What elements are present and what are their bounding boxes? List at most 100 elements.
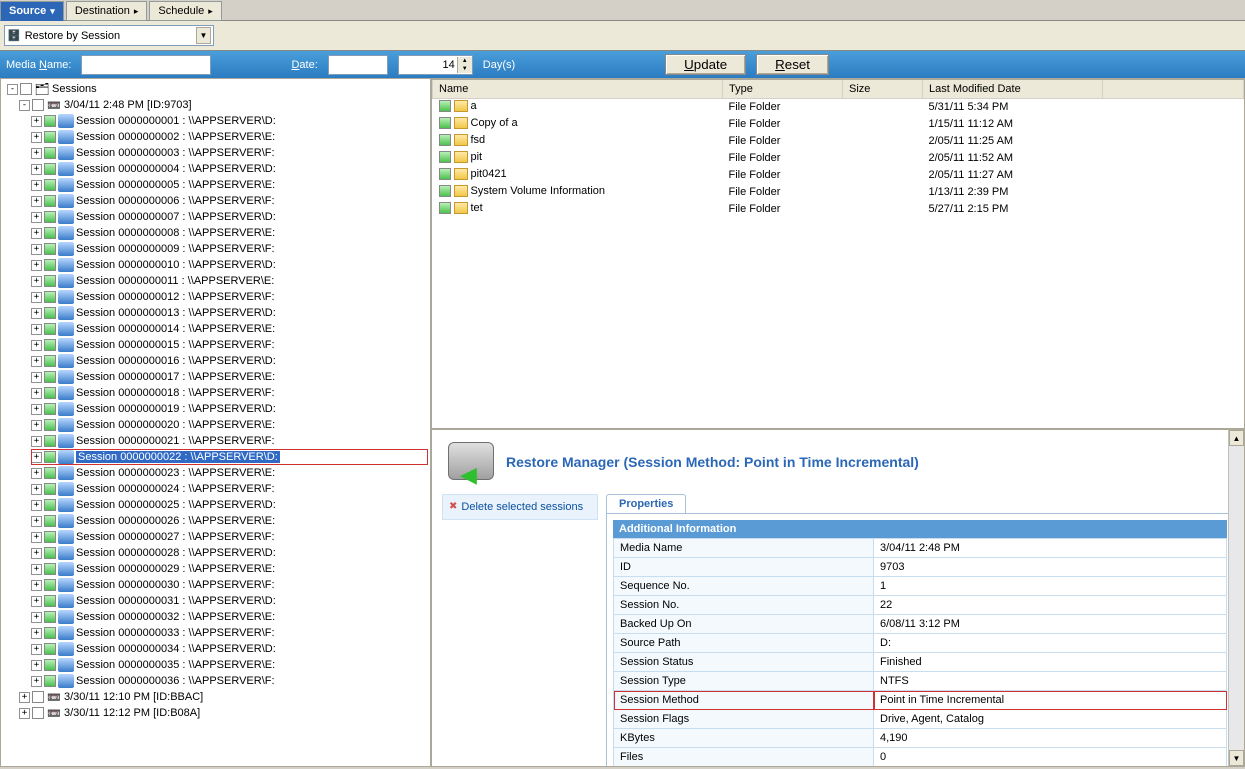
days-spinner[interactable]: 14▲▼ [398,55,473,75]
tree-session-node[interactable]: +Session 0000000032 : \\APPSERVER\E: [31,609,428,625]
checkbox[interactable] [439,202,451,214]
tree-session-node[interactable]: +Session 0000000016 : \\APPSERVER\D: [31,353,428,369]
scroll-up-icon[interactable]: ▲ [1229,430,1244,446]
expand-icon[interactable]: + [31,212,42,223]
checkbox[interactable] [44,611,56,623]
tab-source[interactable]: Source▾ [0,1,64,21]
tree-session-node[interactable]: +Session 0000000035 : \\APPSERVER\E: [31,657,428,673]
session-tree[interactable]: - Sessions - 3/04/11 2:48 PM [ID:9703] +… [0,78,431,767]
checkbox[interactable] [44,387,56,399]
tree-session-node[interactable]: +Session 0000000003 : \\APPSERVER\F: [31,145,428,161]
expand-icon[interactable]: + [31,420,42,431]
expand-icon[interactable]: + [31,532,42,543]
tree-session-node[interactable]: +Session 0000000030 : \\APPSERVER\F: [31,577,428,593]
tree-session-node[interactable]: +Session 0000000011 : \\APPSERVER\E: [31,273,428,289]
expand-icon[interactable]: + [31,116,42,127]
expand-icon[interactable]: + [19,708,30,719]
checkbox[interactable] [439,151,451,163]
expand-icon[interactable]: + [31,340,42,351]
checkbox[interactable] [44,227,56,239]
checkbox[interactable] [44,195,56,207]
checkbox[interactable] [20,83,32,95]
tree-session-node[interactable]: +Session 0000000031 : \\APPSERVER\D: [31,593,428,609]
tree-media-node[interactable]: +3/30/11 12:10 PM [ID:BBAC] [19,689,428,705]
tree-session-node[interactable]: +Session 0000000007 : \\APPSERVER\D: [31,209,428,225]
expand-icon[interactable]: + [31,292,42,303]
checkbox[interactable] [44,435,56,447]
file-list[interactable]: Name Type Size Last Modified Date aFile … [431,79,1245,429]
spinner-icon[interactable]: ▲▼ [457,57,472,73]
expand-icon[interactable]: + [31,180,42,191]
file-row[interactable]: Copy of aFile Folder1/15/11 11:12 AM [433,116,1244,133]
tree-session-node[interactable]: +Session 0000000027 : \\APPSERVER\F: [31,529,428,545]
expand-icon[interactable]: + [31,148,42,159]
tree-session-node[interactable]: +Session 0000000014 : \\APPSERVER\E: [31,321,428,337]
column-type[interactable]: Type [723,80,843,98]
checkbox[interactable] [44,579,56,591]
tree-session-node[interactable]: +Session 0000000009 : \\APPSERVER\F: [31,241,428,257]
column-modified[interactable]: Last Modified Date [923,80,1103,98]
expand-icon[interactable]: + [31,372,42,383]
checkbox[interactable] [32,99,44,111]
checkbox[interactable] [44,547,56,559]
reset-button[interactable]: Reset [756,54,829,75]
file-row[interactable]: fsdFile Folder2/05/11 11:25 AM [433,133,1244,150]
tree-session-node[interactable]: +Session 0000000017 : \\APPSERVER\E: [31,369,428,385]
checkbox[interactable] [44,307,56,319]
expand-icon[interactable]: + [31,164,42,175]
expand-icon[interactable]: + [31,500,42,511]
tree-session-node[interactable]: +Session 0000000010 : \\APPSERVER\D: [31,257,428,273]
expand-icon[interactable]: + [31,564,42,575]
expand-icon[interactable]: + [31,548,42,559]
tree-session-node[interactable]: +Session 0000000033 : \\APPSERVER\F: [31,625,428,641]
file-row[interactable]: pit0421File Folder2/05/11 11:27 AM [433,167,1244,184]
expand-icon[interactable]: + [31,388,42,399]
tree-session-node[interactable]: +Session 0000000001 : \\APPSERVER\D: [31,113,428,129]
checkbox[interactable] [44,115,56,127]
checkbox[interactable] [44,483,56,495]
tree-session-node[interactable]: +Session 0000000002 : \\APPSERVER\E: [31,129,428,145]
tree-media-node[interactable]: +3/30/11 12:12 PM [ID:B08A] [19,705,428,721]
tree-session-node[interactable]: +Session 0000000020 : \\APPSERVER\E: [31,417,428,433]
expand-icon[interactable]: + [31,132,42,143]
checkbox[interactable] [32,691,44,703]
checkbox[interactable] [44,403,56,415]
checkbox[interactable] [44,643,56,655]
checkbox[interactable] [44,515,56,527]
expand-icon[interactable]: + [31,196,42,207]
checkbox[interactable] [44,339,56,351]
checkbox[interactable] [44,147,56,159]
expand-icon[interactable]: + [31,228,42,239]
tab-destination[interactable]: Destination▸ [66,1,148,21]
expand-icon[interactable]: + [31,676,42,687]
checkbox[interactable] [44,259,56,271]
tree-session-node[interactable]: +Session 0000000022 : \\APPSERVER\D: [31,449,428,465]
scrollbar[interactable]: ▲ ▼ [1228,430,1244,766]
expand-icon[interactable]: + [31,628,42,639]
checkbox[interactable] [44,275,56,287]
checkbox[interactable] [44,499,56,511]
expand-icon[interactable]: + [31,260,42,271]
expand-icon[interactable]: + [31,660,42,671]
date-range-select[interactable]: Last▼ [328,55,388,75]
tree-session-node[interactable]: +Session 0000000023 : \\APPSERVER\E: [31,465,428,481]
expand-icon[interactable]: + [31,276,42,287]
checkbox[interactable] [32,707,44,719]
tree-root-sessions[interactable]: - Sessions [7,81,428,97]
tree-session-node[interactable]: +Session 0000000005 : \\APPSERVER\E: [31,177,428,193]
checkbox[interactable] [44,131,56,143]
tree-session-node[interactable]: +Session 0000000026 : \\APPSERVER\E: [31,513,428,529]
checkbox[interactable] [44,531,56,543]
expand-icon[interactable]: + [31,452,42,463]
tree-session-node[interactable]: +Session 0000000019 : \\APPSERVER\D: [31,401,428,417]
file-row[interactable]: aFile Folder5/31/11 5:34 PM [433,98,1244,116]
tree-session-node[interactable]: +Session 0000000024 : \\APPSERVER\F: [31,481,428,497]
tree-session-node[interactable]: +Session 0000000021 : \\APPSERVER\F: [31,433,428,449]
checkbox[interactable] [44,659,56,671]
expand-icon[interactable]: + [31,516,42,527]
expand-icon[interactable]: + [31,244,42,255]
file-row[interactable]: tetFile Folder5/27/11 2:15 PM [433,201,1244,218]
checkbox[interactable] [44,179,56,191]
properties-tab[interactable]: Properties [606,494,686,513]
expand-icon[interactable]: + [31,324,42,335]
